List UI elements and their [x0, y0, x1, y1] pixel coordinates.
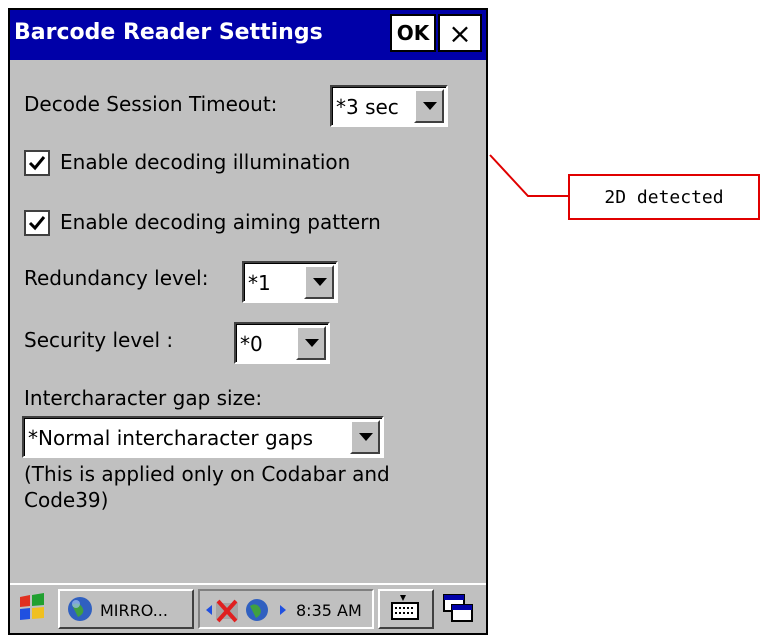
callout-box: 2D detected	[568, 174, 760, 220]
callout-connector	[489, 154, 568, 197]
